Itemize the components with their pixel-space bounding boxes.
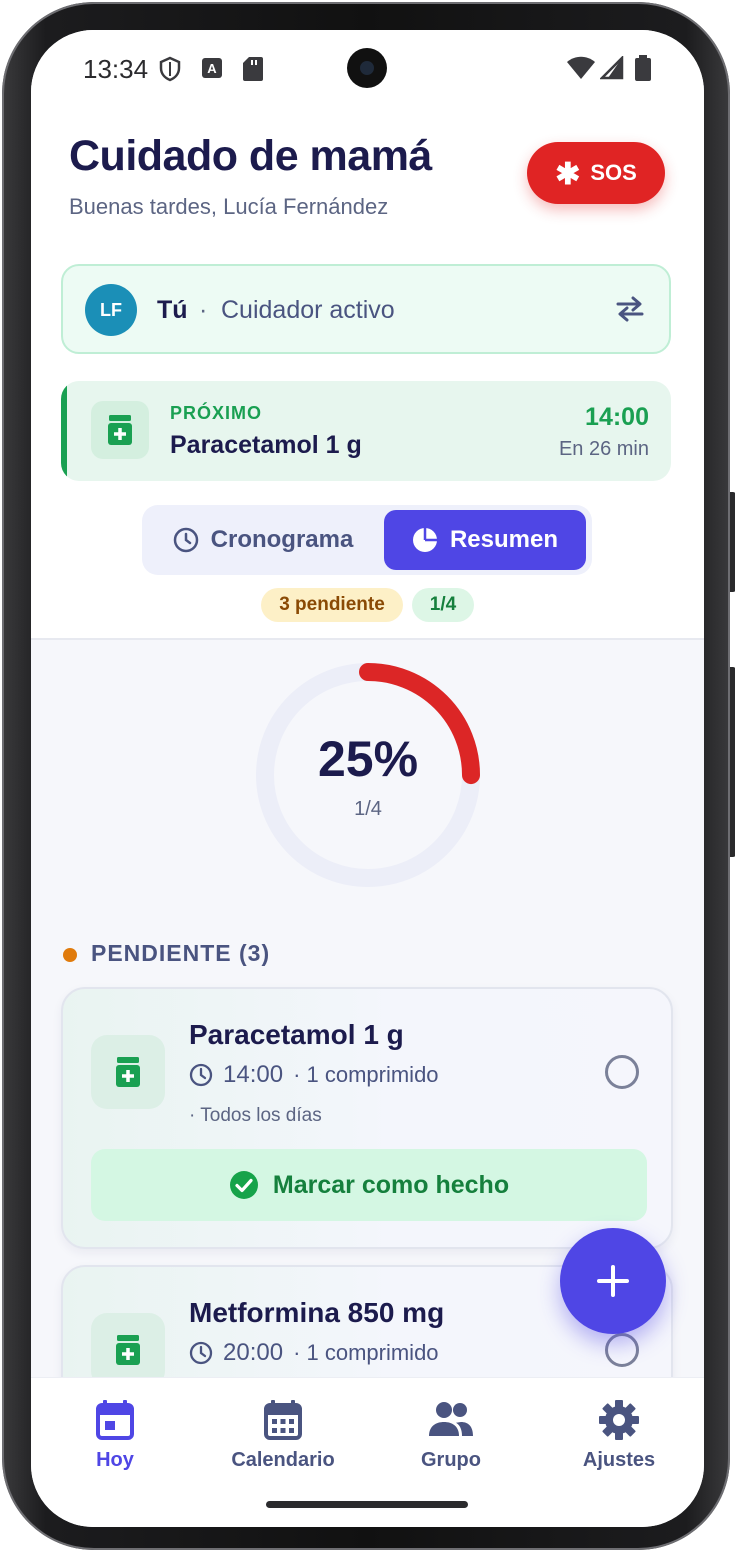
caregiver-separator: · <box>199 296 208 324</box>
overview-panel: LF Tú · Cuidador activo PRÓXIMO Paraceta… <box>31 246 704 640</box>
battery-icon <box>635 55 651 81</box>
view-toggle: Cronograma Resumen <box>142 505 592 575</box>
nav-item-grupo[interactable]: Grupo <box>371 1400 531 1472</box>
calendar-today-icon <box>96 1400 134 1440</box>
svg-text:A: A <box>207 61 217 76</box>
sd-card-icon <box>243 57 263 81</box>
progress-badge: 1/4 <box>412 588 474 622</box>
swap-icon[interactable] <box>615 296 645 322</box>
done-checkbox[interactable] <box>605 1333 639 1367</box>
pill-bottle-icon <box>91 1313 165 1387</box>
screen: 13:34 A Cuidado de mamá Buenas tardes, L… <box>31 30 704 1527</box>
pie-chart-icon <box>412 528 437 552</box>
medication-name: Metformina 850 mg <box>189 1297 445 1328</box>
accent-bar <box>61 381 67 481</box>
done-checkbox[interactable] <box>605 1055 639 1089</box>
signal-icon <box>600 56 624 80</box>
gear-icon <box>599 1400 639 1440</box>
medication-time: 20:00 <box>223 1339 284 1366</box>
nav-item-hoy[interactable]: Hoy <box>35 1400 195 1472</box>
next-countdown: En 26 min <box>558 438 649 460</box>
medication-card[interactable]: Paracetamol 1 g 14:00 · 1 comprimido · T… <box>61 987 673 1249</box>
tab-cronograma-label: Cronograma <box>210 526 354 553</box>
app-a-icon: A <box>202 58 222 78</box>
caregiver-role: Cuidador activo <box>221 296 395 324</box>
sos-label: SOS <box>590 160 637 185</box>
nav-item-ajustes[interactable]: Ajustes <box>539 1400 699 1472</box>
home-indicator[interactable] <box>266 1501 468 1508</box>
status-dot <box>63 948 77 962</box>
next-medication: Paracetamol 1 g <box>170 431 362 459</box>
add-medication-button[interactable] <box>560 1228 666 1334</box>
shield-icon <box>159 56 181 82</box>
medication-dose: · 1 comprimido <box>293 1062 439 1087</box>
caregiver-you-label: Tú <box>157 296 188 324</box>
tab-resumen[interactable]: Resumen <box>384 510 586 570</box>
medication-dose: · 1 comprimido <box>293 1340 439 1365</box>
medication-meta: 14:00 · 1 comprimido <box>189 1061 439 1089</box>
section-title: PENDIENTE (3) <box>91 940 271 966</box>
nav-label: Calendario <box>231 1449 335 1471</box>
group-icon <box>429 1402 473 1436</box>
progress-fraction: 1/4 <box>354 798 382 820</box>
medication-frequency: · Todos los días <box>189 1105 322 1126</box>
next-label: PRÓXIMO <box>170 403 263 423</box>
pending-badge: 3 pendiente <box>261 588 403 622</box>
volume-button <box>730 492 735 592</box>
status-bar: 13:34 A <box>31 30 704 108</box>
front-camera <box>347 48 387 88</box>
medication-name: Paracetamol 1 g <box>189 1019 404 1050</box>
mark-done-button[interactable]: Marcar como hecho <box>91 1149 647 1221</box>
tab-cronograma[interactable]: Cronograma <box>148 510 378 570</box>
phone-frame: 13:34 A Cuidado de mamá Buenas tardes, L… <box>2 2 735 1550</box>
wifi-icon <box>567 56 595 79</box>
nav-label: Grupo <box>421 1449 481 1471</box>
tab-resumen-label: Resumen <box>449 526 559 553</box>
progress-percent: 25% <box>317 731 419 787</box>
status-time: 13:34 <box>83 54 149 84</box>
check-circle-icon <box>229 1171 258 1199</box>
asterisk-icon: ✱ <box>555 158 581 191</box>
clock-icon <box>173 527 198 553</box>
app-header: Cuidado de mamá Buenas tardes, Lucía Fer… <box>31 108 704 248</box>
pill-bottle-icon <box>91 1035 165 1109</box>
avatar: LF <box>85 284 137 336</box>
medication-meta: 20:00 · 1 comprimido <box>189 1339 439 1367</box>
power-button <box>730 667 735 857</box>
caregiver-switcher[interactable]: LF Tú · Cuidador activo <box>61 264 671 354</box>
nav-label: Hoy <box>96 1449 134 1471</box>
plus-icon <box>597 1265 629 1297</box>
pill-bottle-icon <box>91 401 149 459</box>
next-dose-card[interactable]: PRÓXIMO Paracetamol 1 g 14:00 En 26 min <box>61 381 671 481</box>
greeting-text: Buenas tardes, Lucía Fernández <box>69 194 389 219</box>
sos-button[interactable]: ✱ SOS <box>527 142 665 204</box>
next-time: 14:00 <box>585 403 649 431</box>
page-title: Cuidado de mamá <box>69 132 432 180</box>
clock-icon <box>189 1341 213 1365</box>
calendar-month-icon <box>264 1400 302 1440</box>
nav-label: Ajustes <box>582 1449 656 1471</box>
medication-time: 14:00 <box>223 1061 284 1088</box>
clock-icon <box>189 1063 213 1087</box>
mark-done-label: Marcar como hecho <box>272 1170 510 1199</box>
nav-item-calendario[interactable]: Calendario <box>203 1400 363 1472</box>
